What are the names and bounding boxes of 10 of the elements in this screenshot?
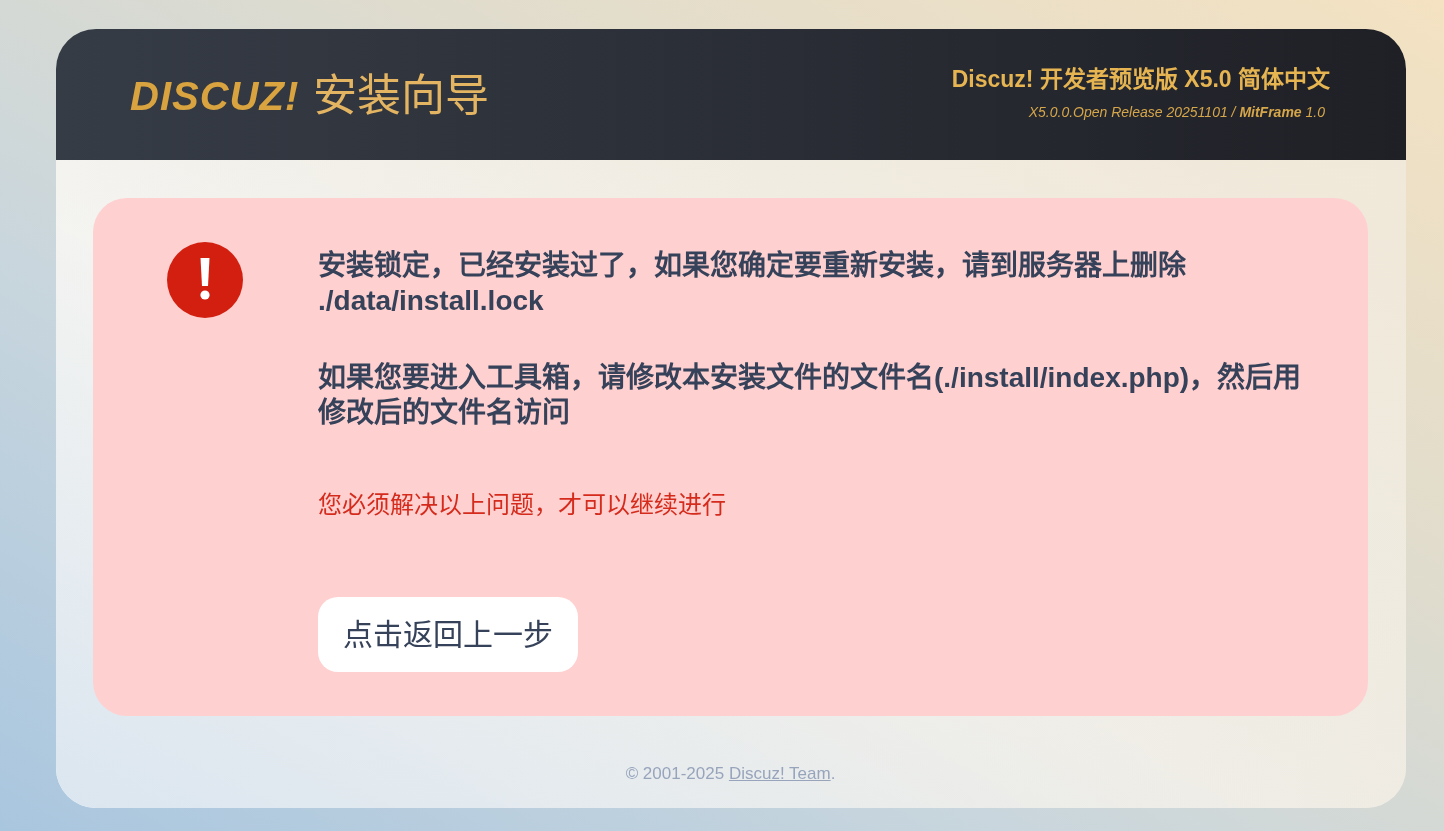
product-title: Discuz! 开发者预览版 X5.0 简体中文 — [951, 65, 1330, 94]
back-button[interactable]: 点击返回上一步 — [318, 597, 578, 672]
notice-text: 您必须解决以上问题，才可以继续进行 — [318, 490, 727, 520]
wizard-title: 安装向导 — [313, 70, 490, 121]
exclamation-icon — [167, 242, 243, 318]
error-message: 安装锁定，已经安装过了，如果您确定要重新安装，请到服务器上删除 ./data/install.lock — [318, 249, 1187, 318]
logo-text: DISCUZ! — [130, 72, 300, 119]
error-message: 如果您要进入工具箱，请修改本安装文件的文件名(./install/index.php)，然后用修改后的文件名访问 — [318, 361, 1303, 430]
release-info: X5.0.0.Open Release 20251101 / MitFrame 1.0 — [1028, 103, 1325, 121]
copyright-text: © 2001-2025 Discuz! Team. — [625, 764, 836, 784]
